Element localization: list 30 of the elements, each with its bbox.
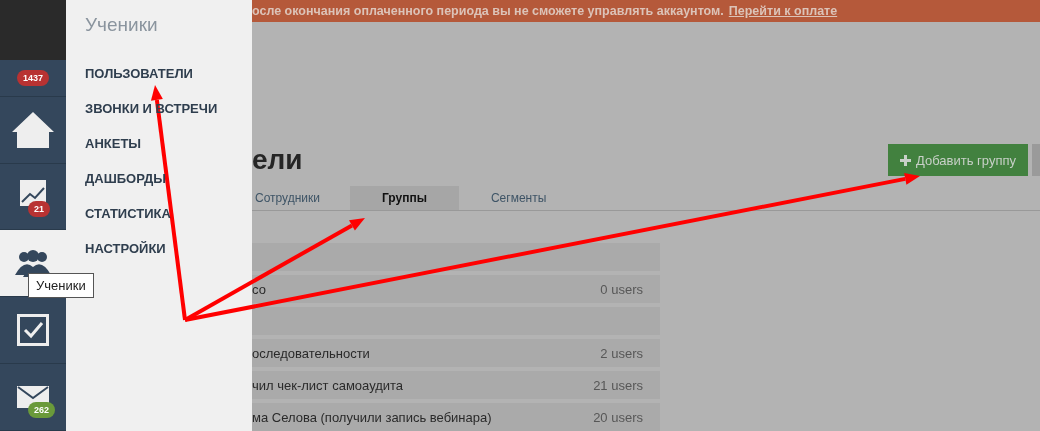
checkbox-icon (17, 314, 49, 347)
tooltip: Ученики (28, 273, 94, 298)
group-row[interactable]: чил чек-лист самоаудита 21 users (252, 371, 660, 399)
group-name: со (252, 281, 266, 297)
menu-item[interactable]: АНКЕТЫ (85, 136, 142, 151)
notification-badge: 1437 (17, 69, 49, 86)
tab[interactable]: Группы (350, 186, 459, 210)
plus-icon (900, 154, 911, 166)
count-badge: 21 (28, 201, 50, 218)
menu-item[interactable]: ПОЛЬЗОВАТЕЛИ (85, 66, 193, 81)
page-title: ели (252, 144, 303, 177)
user-count: 20 users (593, 409, 643, 425)
menu-title: Ученики (85, 14, 159, 36)
tab[interactable]: Сегменты (458, 186, 579, 210)
user-count: 21 users (593, 377, 643, 393)
count-badge: 262 (28, 402, 56, 418)
group-row[interactable]: со 0 users (252, 275, 660, 303)
menu-item[interactable]: НАСТРОЙКИ (85, 241, 166, 256)
menu-item[interactable]: ДАШБОРДЫ (85, 171, 166, 186)
group-row[interactable]: ма Селова (получили запись вебинара) 20 users (252, 403, 660, 431)
group-name: оследовательности (252, 345, 370, 361)
group-name: ма Селова (получили запись вебинара) (252, 409, 492, 425)
user-count: 2 users (600, 345, 643, 361)
user-count: 0 users (600, 281, 643, 297)
group-row[interactable]: оследовательности 2 users (252, 339, 660, 367)
home-icon (10, 109, 56, 150)
photo-placeholder (0, 0, 66, 60)
tab[interactable]: Сотрудники (252, 186, 350, 210)
group-name: чил чек-лист самоаудита (252, 377, 404, 393)
banner-text: осле окончания оплаченного периода вы не сможете управлять аккаунтом. (252, 4, 724, 19)
